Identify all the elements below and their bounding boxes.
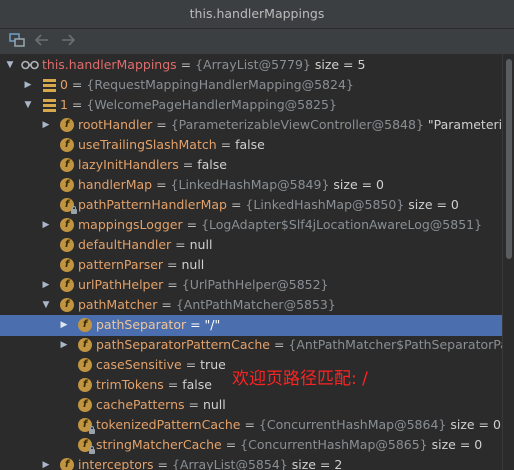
lock-icon	[71, 206, 77, 214]
toolbar	[0, 29, 514, 51]
variable-name: pathPatternHandlerMap	[78, 197, 227, 212]
variable-name: mappingsLogger	[78, 217, 183, 232]
field-icon: f	[78, 318, 92, 332]
variables-tree: ▼ this.handlerMappings = {ArrayList@5779…	[0, 54, 502, 470]
variable-name: cachePatterns	[96, 397, 185, 412]
field-icon: f	[60, 158, 74, 172]
lock-icon	[89, 426, 95, 434]
lock-icon	[89, 446, 95, 454]
tree-row-mappings-logger[interactable]: ▶ f mappingsLogger = {LogAdapter$Slf4jLo…	[0, 215, 502, 235]
tree-row-index-1[interactable]: ▼ 1 = {WelcomePageHandlerMapping@5825}	[0, 95, 502, 115]
variable-name: tokenizedPatternCache	[96, 417, 241, 432]
expand-arrow-icon[interactable]: ▼	[4, 55, 16, 75]
tree-row-cache-patterns[interactable]: f cachePatterns = null	[0, 395, 502, 415]
expand-arrow-icon[interactable]: ▼	[40, 295, 52, 315]
variable-name: 0	[60, 77, 68, 92]
variable-name: interceptors	[78, 457, 154, 470]
variable-name: caseSensitive	[96, 357, 182, 372]
tree-row-handler-map[interactable]: f handlerMap = {LinkedHashMap@5849} size…	[0, 175, 502, 195]
variable-name: patternParser	[78, 257, 164, 272]
tree-row-path-separator[interactable]: ▶ f pathSeparator = "/"	[0, 315, 502, 336]
field-icon: f	[78, 418, 95, 434]
field-icon: f	[60, 118, 74, 132]
expand-arrow-icon[interactable]: ▶	[22, 75, 34, 95]
field-icon: f	[60, 278, 74, 292]
tree-row-tokenized-pattern-cache[interactable]: f tokenizedPatternCache = {ConcurrentHas…	[0, 415, 502, 435]
tree-row-interceptors[interactable]: ▶ f interceptors = {ArrayList@5854} size…	[0, 455, 502, 470]
vertical-scrollbar[interactable]	[502, 54, 514, 470]
tree-row-path-pattern-handler-map[interactable]: f pathPatternHandlerMap = {LinkedHashMap…	[0, 195, 502, 215]
field-icon: f	[78, 438, 95, 454]
tree-row-use-trailing-slash-match[interactable]: f useTrailingSlashMatch = false	[0, 135, 502, 155]
tree-row-string-matcher-cache[interactable]: f stringMatcherCache = {ConcurrentHashMa…	[0, 435, 502, 455]
tree-row-handler-mappings[interactable]: ▼ this.handlerMappings = {ArrayList@5779…	[0, 55, 502, 75]
tree-row-pattern-parser[interactable]: f patternParser = null	[0, 255, 502, 275]
variable-name: lazyInitHandlers	[78, 157, 179, 172]
tree-row-path-separator-pattern-cache[interactable]: ▶ f pathSeparatorPatternCache = {AntPath…	[0, 335, 502, 355]
variable-name: urlPathHelper	[78, 277, 164, 292]
watch-glasses-icon	[21, 60, 39, 70]
expand-arrow-icon[interactable]: ▶	[58, 335, 70, 355]
field-icon: f	[60, 218, 74, 232]
variable-name: handlerMap	[78, 177, 153, 192]
layout-icon[interactable]	[9, 32, 25, 48]
field-icon: f	[60, 258, 74, 272]
variable-name: pathMatcher	[78, 297, 158, 312]
field-icon: f	[60, 238, 74, 252]
expand-arrow-icon[interactable]: ▶	[40, 215, 52, 235]
field-icon: f	[60, 178, 74, 192]
variable-name: rootHandler	[78, 117, 153, 132]
variable-name: this.handlerMappings	[42, 57, 177, 72]
tree-row-default-handler[interactable]: f defaultHandler = null	[0, 235, 502, 255]
tree-row-root-handler[interactable]: ▶ f rootHandler = {ParameterizableViewCo…	[0, 115, 502, 135]
tree-row-url-path-helper[interactable]: ▶ f urlPathHelper = {UrlPathHelper@5852}	[0, 275, 502, 295]
expand-arrow-icon[interactable]: ▼	[22, 95, 34, 115]
back-arrow-icon[interactable]	[34, 32, 50, 48]
tree-row-lazy-init-handlers[interactable]: f lazyInitHandlers = false	[0, 155, 502, 175]
array-element-icon	[43, 78, 56, 92]
variable-name: trimTokens	[96, 377, 164, 392]
expand-arrow-icon[interactable]: ▶	[58, 315, 70, 335]
tree-row-index-0[interactable]: ▶ 0 = {RequestMappingHandlerMapping@5824…	[0, 75, 502, 95]
field-icon: f	[78, 358, 92, 372]
variable-name: defaultHandler	[78, 237, 172, 252]
variable-name: stringMatcherCache	[96, 437, 222, 452]
field-icon: f	[60, 298, 74, 312]
forward-arrow-icon[interactable]	[60, 32, 76, 48]
expand-arrow-icon[interactable]: ▶	[40, 455, 52, 470]
expand-arrow-icon[interactable]: ▶	[40, 115, 52, 135]
tree-row-path-matcher[interactable]: ▼ f pathMatcher = {AntPathMatcher@5853}	[0, 295, 502, 315]
field-icon: f	[60, 458, 74, 470]
field-icon: f	[60, 198, 77, 214]
field-icon: f	[78, 378, 92, 392]
variable-name: useTrailingSlashMatch	[78, 137, 217, 152]
annotation-text: 欢迎页路径匹配: /	[232, 369, 368, 389]
field-icon: f	[60, 138, 74, 152]
window-title: this.handlerMappings	[189, 6, 325, 21]
variable-name: pathSeparatorPatternCache	[96, 337, 270, 352]
field-icon: f	[78, 398, 92, 412]
scrollbar-thumb[interactable]	[506, 59, 512, 259]
variable-name: 1	[60, 97, 68, 112]
expand-arrow-icon[interactable]: ▶	[40, 275, 52, 295]
field-icon: f	[78, 338, 92, 352]
variable-name: pathSeparator	[96, 317, 187, 332]
array-element-icon	[43, 98, 56, 112]
window-title-bar: this.handlerMappings	[0, 0, 514, 29]
